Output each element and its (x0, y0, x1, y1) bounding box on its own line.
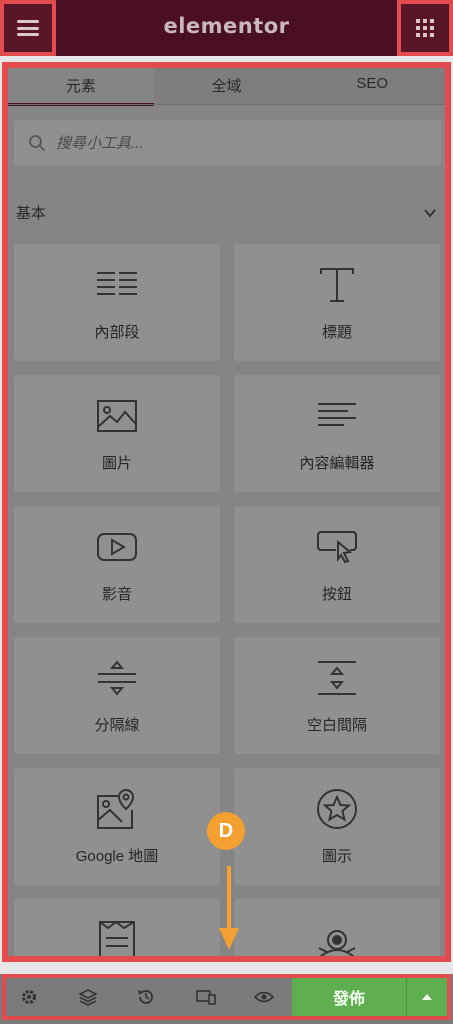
widget-label: Google 地圖 (75, 848, 159, 865)
widget-spacer[interactable]: 空白間隔 (234, 637, 440, 754)
gear-icon (22, 990, 36, 1004)
widget-divider[interactable]: 分隔線 (14, 637, 220, 754)
google-maps-icon (97, 788, 135, 829)
top-bar: elementor (0, 0, 453, 56)
publish-options-button[interactable] (406, 978, 447, 1016)
chevron-down-icon (424, 208, 436, 218)
widget-video[interactable]: 影音 (14, 506, 220, 623)
robot-icon (318, 930, 356, 956)
heading-icon (320, 268, 354, 302)
widget-label: 圖片 (101, 455, 132, 472)
widget-label: 空白間隔 (306, 717, 367, 734)
section-basic-header[interactable]: 基本 (16, 202, 437, 223)
widget-image[interactable]: 圖片 (14, 375, 220, 492)
devices-icon (196, 990, 216, 1005)
preview-button[interactable] (253, 986, 275, 1008)
caret-up-icon (422, 994, 432, 1000)
star-icon (317, 789, 357, 829)
video-icon (97, 533, 137, 561)
widget-partial-left[interactable] (14, 899, 220, 956)
widget-icon[interactable]: 圖示 (234, 768, 440, 885)
divider-icon (98, 660, 136, 696)
widget-label: 標題 (321, 324, 352, 341)
tab-seo[interactable]: SEO (299, 68, 445, 104)
form-icon (99, 920, 135, 956)
tab-global[interactable]: 全域 (154, 68, 300, 104)
publish-button[interactable]: 發佈 (292, 978, 406, 1016)
widget-inner-section[interactable]: 內部段 (14, 244, 220, 361)
widget-label: 按鈕 (321, 586, 352, 603)
bottom-toolbar: 發佈 (0, 974, 453, 1024)
text-editor-icon (318, 403, 356, 426)
annotation-badge: D (207, 812, 245, 850)
inner-section-icon (97, 272, 137, 295)
widget-partial-right[interactable] (234, 899, 440, 956)
section-title: 基本 (16, 205, 47, 222)
widget-google-maps[interactable]: Google 地圖 (14, 768, 220, 885)
history-button[interactable] (135, 986, 157, 1008)
widget-label: 影音 (101, 586, 132, 603)
search-box (14, 120, 441, 166)
button-icon (317, 531, 357, 564)
panel-tabs: 元素 全域 SEO (8, 68, 445, 106)
elementor-logo: elementor (163, 14, 290, 38)
responsive-mode-button[interactable] (195, 986, 217, 1008)
widget-text-editor[interactable]: 內容編輯器 (234, 375, 440, 492)
history-icon (138, 990, 153, 1004)
widgets-grid-button[interactable] (397, 0, 453, 56)
widget-label: 分隔線 (94, 717, 140, 734)
widget-label: 內容編輯器 (299, 455, 375, 472)
search-input[interactable] (56, 134, 396, 152)
widget-label: 內部段 (94, 324, 140, 341)
widget-heading[interactable]: 標題 (234, 244, 440, 361)
image-icon (97, 400, 137, 432)
navigator-button[interactable] (77, 986, 99, 1008)
widget-button[interactable]: 按鈕 (234, 506, 440, 623)
settings-button[interactable] (18, 986, 40, 1008)
annotation-arrow-icon (219, 866, 239, 950)
tab-divider (8, 104, 445, 105)
tab-elements[interactable]: 元素 (8, 68, 154, 106)
eye-icon (254, 991, 274, 1003)
grid-icon (416, 19, 434, 37)
search-icon (29, 135, 45, 151)
spacer-icon (318, 661, 356, 695)
widget-label: 圖示 (321, 848, 352, 865)
layers-icon (79, 989, 97, 1006)
